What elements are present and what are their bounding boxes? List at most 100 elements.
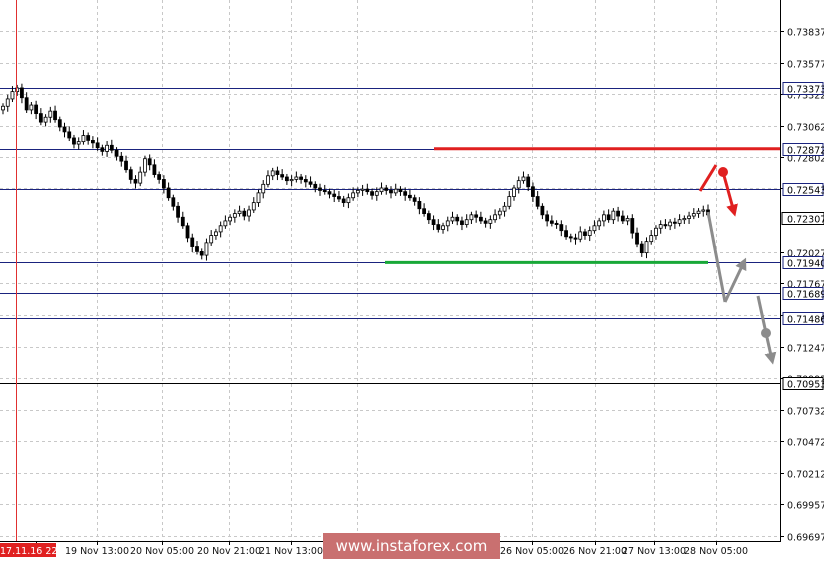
level-label: 0.71689 bbox=[787, 290, 824, 301]
candle-bear bbox=[412, 197, 417, 202]
candle-bear bbox=[313, 183, 318, 189]
price-tick-label: 0.73062 bbox=[787, 123, 824, 134]
candle-bear bbox=[526, 176, 531, 188]
candle-bear bbox=[365, 188, 370, 193]
candle-bull bbox=[379, 187, 384, 193]
candle-bear bbox=[161, 179, 166, 189]
candle-bear bbox=[185, 225, 190, 239]
candle-bull bbox=[204, 242, 209, 256]
candle-bear bbox=[109, 144, 114, 151]
watermark: www.instaforex.com bbox=[323, 533, 500, 559]
candle-bear bbox=[417, 201, 422, 210]
candle-bear bbox=[176, 205, 180, 218]
candle-bull bbox=[668, 221, 673, 227]
price-tick-label: 0.69957 bbox=[787, 501, 824, 512]
plot-area bbox=[0, 0, 780, 541]
level-label: 0.72872 bbox=[787, 146, 824, 157]
candle-bull bbox=[10, 91, 15, 100]
candle-bear bbox=[672, 221, 677, 224]
candle-bull bbox=[266, 175, 270, 185]
candle-bear bbox=[559, 224, 564, 232]
candle-bull bbox=[658, 224, 663, 229]
candle-bear bbox=[583, 231, 587, 236]
candle-bull bbox=[687, 215, 691, 219]
candle-bear bbox=[436, 224, 441, 230]
candle-bull bbox=[256, 192, 261, 204]
candle-bull bbox=[29, 104, 34, 111]
candle-bull bbox=[682, 218, 687, 221]
candle-bear bbox=[20, 87, 24, 99]
candle-bull bbox=[105, 144, 109, 152]
candle-bull bbox=[247, 209, 251, 217]
price-tick-label: 0.70732 bbox=[787, 407, 824, 418]
candle-bull bbox=[261, 183, 266, 194]
candle-bear bbox=[308, 181, 313, 185]
candle-bear bbox=[431, 219, 436, 225]
candle-bull bbox=[464, 219, 469, 225]
candle-bull bbox=[346, 197, 351, 204]
level-label: 0.71940 bbox=[787, 259, 824, 270]
candle-bear bbox=[341, 198, 346, 204]
candle-bear bbox=[635, 232, 639, 245]
candle-bear bbox=[531, 186, 535, 197]
candle-bear bbox=[171, 197, 176, 207]
candle-bull bbox=[223, 220, 228, 227]
candle-bear bbox=[422, 208, 427, 215]
price-tick-label: 0.70472 bbox=[787, 438, 824, 449]
price-tick-label: 0.70212 bbox=[787, 470, 824, 481]
candle-bear bbox=[389, 190, 393, 194]
candle-bull bbox=[355, 190, 360, 194]
candle-bull bbox=[592, 225, 597, 232]
candle-bear bbox=[34, 104, 39, 114]
candle-bull bbox=[214, 231, 218, 236]
candle-bear bbox=[478, 216, 483, 222]
candle-bull bbox=[654, 227, 658, 236]
candle-bull bbox=[1, 105, 5, 111]
candle-bull bbox=[649, 235, 654, 243]
candle-bull bbox=[270, 170, 275, 177]
candle-bear bbox=[242, 210, 247, 217]
candle-bear bbox=[568, 236, 573, 239]
candle-bull bbox=[209, 235, 214, 244]
candle-bear bbox=[426, 213, 431, 221]
time-tick-label: 19 Nov 13:00 bbox=[65, 546, 129, 557]
time-tick-label: 21 Nov 13:00 bbox=[259, 546, 323, 557]
candle-bear bbox=[620, 215, 625, 222]
candle-bull bbox=[48, 110, 53, 118]
candle-bull bbox=[351, 192, 356, 199]
candle-bear bbox=[616, 210, 621, 217]
candle-bull bbox=[602, 214, 606, 222]
candle-bull bbox=[251, 202, 256, 211]
time-tick-label: 27 Nov 13:00 bbox=[622, 546, 686, 557]
candle-bull bbox=[374, 191, 379, 196]
candle-bear bbox=[38, 113, 43, 123]
candle-bear bbox=[303, 179, 308, 183]
candle-bull bbox=[691, 213, 696, 217]
candle-bull bbox=[76, 141, 81, 145]
candle-bear bbox=[483, 220, 488, 224]
candle-bear bbox=[166, 187, 171, 199]
candle-bear bbox=[545, 214, 550, 222]
candle-bear bbox=[195, 246, 199, 252]
candle-bear bbox=[133, 179, 138, 184]
candle-bull bbox=[507, 196, 512, 207]
red-arrow-dot bbox=[718, 167, 728, 177]
candle-bull bbox=[696, 210, 701, 215]
candle-bull bbox=[81, 135, 86, 143]
candle-bull bbox=[441, 225, 445, 230]
candle-bear bbox=[86, 135, 91, 141]
candle-bear bbox=[62, 126, 67, 133]
candle-bull bbox=[597, 220, 602, 227]
level-label: 0.71486 bbox=[787, 315, 824, 326]
candle-bear bbox=[199, 251, 204, 256]
candle-bear bbox=[384, 187, 389, 191]
candle-bear bbox=[114, 149, 119, 157]
candle-bear bbox=[284, 176, 289, 182]
candle-bear bbox=[540, 205, 545, 216]
price-tick-label: 0.71247 bbox=[787, 344, 824, 355]
candle-bear bbox=[370, 191, 374, 196]
candle-bull bbox=[218, 225, 223, 233]
candle-bear bbox=[157, 174, 162, 180]
candle-bear bbox=[67, 131, 72, 139]
candle-bear bbox=[119, 155, 124, 162]
